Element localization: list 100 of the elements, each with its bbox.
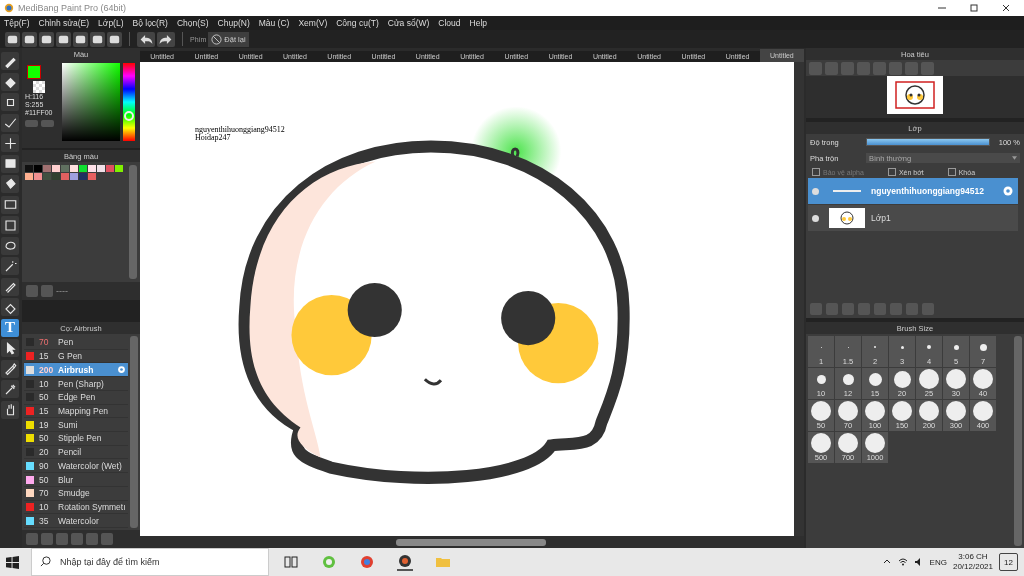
layer-tool-button[interactable] <box>826 303 838 315</box>
brush-item[interactable]: 20 Pencil <box>24 445 128 460</box>
palette-swatch[interactable] <box>88 165 96 172</box>
palette-swatch[interactable] <box>70 165 78 172</box>
brush-item[interactable]: 50 Edge Pen <box>24 390 128 405</box>
layer-tool-button[interactable] <box>922 303 934 315</box>
brush-item[interactable]: 50 Stipple Pen <box>24 432 128 446</box>
menu-item[interactable]: Xem(V) <box>298 18 328 28</box>
tool-button[interactable] <box>1 134 19 152</box>
navigator-tool-button[interactable] <box>809 61 822 75</box>
search-field[interactable]: Nhập tại đây để tìm kiếm <box>31 548 269 576</box>
layer-tool-button[interactable] <box>874 303 886 315</box>
visibility-toggle[interactable] <box>812 214 819 222</box>
brush-tool-button[interactable] <box>71 533 83 545</box>
layer-tool-button[interactable] <box>810 303 822 315</box>
tool-button[interactable] <box>1 72 19 91</box>
navigator-tool-button[interactable] <box>857 61 870 75</box>
palette-swatch[interactable] <box>25 165 33 172</box>
color-button[interactable] <box>25 120 38 127</box>
palette-swatch[interactable] <box>52 165 60 172</box>
settings-icon[interactable] <box>117 365 126 375</box>
scrollbar[interactable] <box>130 336 138 528</box>
toolbar-icon[interactable] <box>90 31 105 47</box>
redo-icon[interactable] <box>157 31 175 47</box>
maximize-icon[interactable] <box>969 3 979 13</box>
close-icon[interactable] <box>1001 3 1011 13</box>
language-indicator[interactable]: ENG <box>929 557 947 567</box>
menu-item[interactable]: Lớp(L) <box>98 18 124 28</box>
delete-icon[interactable] <box>41 285 53 297</box>
palette-swatch[interactable] <box>70 173 78 180</box>
scrollbar[interactable] <box>794 62 804 536</box>
palette-swatch[interactable] <box>79 165 87 172</box>
menu-item[interactable]: Chỉnh sửa(E) <box>38 18 90 28</box>
notification-button[interactable]: 12 <box>999 553 1018 571</box>
palette-swatch[interactable] <box>115 165 123 172</box>
color-picker-square[interactable] <box>62 63 120 141</box>
palette-swatch[interactable] <box>106 165 114 172</box>
navigator-tool-button[interactable] <box>905 61 918 75</box>
palette-swatch[interactable] <box>61 165 69 172</box>
scrollbar[interactable] <box>1014 336 1022 546</box>
brush-item[interactable]: 50 Blur <box>24 473 128 487</box>
palette-swatch[interactable] <box>43 165 51 172</box>
tool-button[interactable] <box>1 93 19 111</box>
color-button[interactable] <box>41 120 54 127</box>
toolbar-icon[interactable] <box>73 31 88 47</box>
app-icon[interactable] <box>397 553 413 571</box>
layer-tool-button[interactable] <box>842 303 854 315</box>
tool-button[interactable] <box>1 257 19 275</box>
tool-button[interactable] <box>1 236 19 255</box>
foreground-color-swatch[interactable] <box>27 65 41 79</box>
tool-button[interactable] <box>1 154 19 173</box>
tool-button[interactable] <box>1 339 19 357</box>
menu-item[interactable]: Tệp(F) <box>4 18 30 28</box>
palette-swatch[interactable] <box>52 173 60 180</box>
tool-button[interactable] <box>1 380 19 398</box>
brush-tool-button[interactable] <box>101 533 113 545</box>
background-color-swatch[interactable] <box>33 81 45 93</box>
brush-item[interactable]: 15 Mapping Pen <box>24 404 128 419</box>
brush-tool-button[interactable] <box>56 533 68 545</box>
brush-item[interactable]: 35 Watercolor <box>24 514 128 528</box>
menu-item[interactable]: Màu (C) <box>258 18 290 28</box>
palette-swatch[interactable] <box>61 173 69 180</box>
opacity-slider[interactable] <box>867 139 989 145</box>
navigator-tool-button[interactable] <box>825 61 838 75</box>
tool-button[interactable] <box>1 400 19 419</box>
menu-item[interactable]: Bộ lọc(R) <box>132 18 168 28</box>
toolbar-icon[interactable] <box>5 31 20 47</box>
tool-button[interactable] <box>1 195 19 214</box>
brush-tool-button[interactable] <box>26 533 38 545</box>
brush-item[interactable]: 19 Sumi <box>24 418 128 433</box>
undo-icon[interactable] <box>137 31 155 47</box>
tool-button[interactable] <box>1 277 19 296</box>
layer-tool-button[interactable] <box>858 303 870 315</box>
task-view-icon[interactable] <box>283 554 299 570</box>
brush-item[interactable]: 90 Watercolor (Wet) <box>24 459 128 474</box>
menu-item[interactable]: Công cụ(T) <box>336 18 379 28</box>
navigator-tool-button[interactable] <box>921 61 934 75</box>
palette-swatch[interactable] <box>25 173 33 180</box>
palette-swatch[interactable] <box>43 173 51 180</box>
brush-item[interactable]: 70 Pen <box>24 336 128 350</box>
brush-item[interactable]: 10 Pen (Sharp) <box>24 377 128 391</box>
scrollbar[interactable] <box>129 165 137 279</box>
settings-icon[interactable] <box>1002 185 1014 197</box>
brush-tool-button[interactable] <box>41 533 53 545</box>
tool-button[interactable] <box>1 113 19 132</box>
tool-button[interactable] <box>1 52 19 70</box>
toolbar-icon[interactable] <box>107 31 122 47</box>
brush-tool-button[interactable] <box>86 533 98 545</box>
brush-item[interactable]: 70 Smudge <box>24 486 128 501</box>
browser-icon[interactable] <box>359 554 375 570</box>
menu-item[interactable]: Cửa sổ(W) <box>387 18 430 28</box>
toolbar-icon[interactable] <box>22 31 37 47</box>
layer-tool-button[interactable] <box>906 303 918 315</box>
layer-item[interactable]: Lớp1 <box>808 205 1018 231</box>
canvas[interactable]: nguyenthihuonggiang94512 Hoidap247 <box>140 62 794 536</box>
tool-button[interactable] <box>1 359 19 378</box>
navigator-tool-button[interactable] <box>841 61 854 75</box>
palette-swatch[interactable] <box>34 173 42 180</box>
menu-item[interactable]: Chọn(S) <box>176 18 209 28</box>
menu-item[interactable]: Chụp(N) <box>217 18 250 28</box>
